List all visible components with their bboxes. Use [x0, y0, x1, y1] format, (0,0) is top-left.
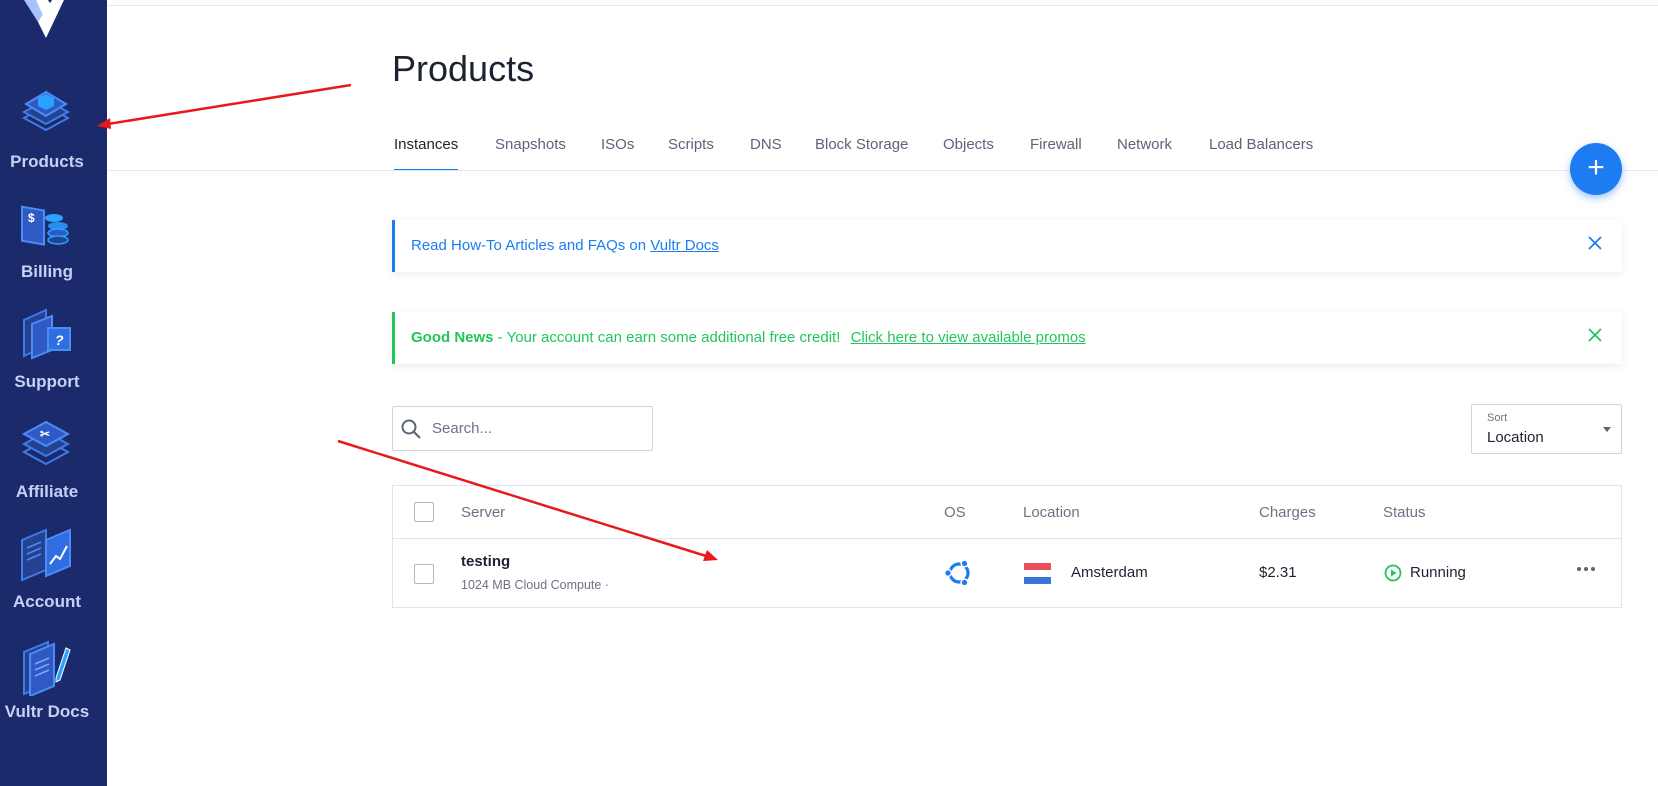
column-header-server: Server — [461, 504, 506, 521]
select-all-checkbox[interactable] — [414, 502, 434, 522]
sidebar-item-label: Support — [14, 372, 80, 391]
sidebar-item-account[interactable]: Account — [0, 526, 107, 626]
tab-firewall[interactable]: Firewall — [1030, 136, 1082, 170]
server-status: Running — [1410, 564, 1466, 581]
alert-accent-bar — [392, 220, 395, 272]
row-checkbox[interactable] — [414, 564, 434, 584]
sidebar-item-label: Products — [10, 152, 84, 171]
close-icon[interactable] — [1584, 324, 1606, 346]
table-header: Server OS Location Charges Status — [393, 486, 1621, 539]
sidebar-item-vultr-docs[interactable]: Vultr Docs — [0, 636, 107, 736]
column-header-charges: Charges — [1259, 504, 1316, 521]
tab-dns[interactable]: DNS — [750, 136, 782, 170]
top-divider — [107, 5, 1658, 6]
column-header-location: Location — [1023, 504, 1080, 521]
products-icon — [21, 90, 71, 132]
column-header-status: Status — [1383, 504, 1426, 521]
sidebar: Products $ Billing ? Support ✂ Affiliate — [0, 0, 107, 786]
promo-alert: Good News - Your account can earn some a… — [392, 312, 1622, 364]
column-header-os: OS — [944, 504, 966, 521]
tab-snapshots[interactable]: Snapshots — [495, 136, 566, 170]
promo-alert-message: - Your account can earn some additional … — [493, 329, 845, 346]
server-name[interactable]: testing — [461, 553, 510, 570]
more-options-icon[interactable] — [1575, 558, 1597, 580]
tab-block-storage[interactable]: Block Storage — [815, 136, 908, 170]
alert-accent-bar — [392, 312, 395, 364]
chevron-down-icon — [1603, 427, 1611, 432]
account-icon — [21, 528, 71, 582]
vultr-docs-link[interactable]: Vultr Docs — [650, 237, 719, 254]
search-box — [392, 406, 653, 451]
running-status-icon — [1384, 564, 1402, 582]
server-charges: $2.31 — [1259, 564, 1297, 581]
promo-alert-heading: Good News — [411, 329, 494, 346]
sidebar-item-label: Account — [13, 592, 81, 611]
docs-icon — [23, 640, 71, 696]
netherlands-flag-icon — [1024, 563, 1051, 584]
search-input[interactable] — [432, 407, 642, 450]
tab-scripts[interactable]: Scripts — [668, 136, 714, 170]
page-title: Products — [392, 48, 535, 89]
sort-label: Sort — [1487, 412, 1508, 424]
sidebar-item-label: Vultr Docs — [4, 702, 90, 721]
annotation-arrow — [107, 83, 352, 126]
server-plan: 1024 MB Cloud Compute · — [461, 578, 609, 592]
sidebar-item-support[interactable]: ? Support — [0, 306, 107, 406]
sidebar-item-billing[interactable]: $ Billing — [0, 196, 107, 296]
close-icon[interactable] — [1584, 232, 1606, 254]
sort-select[interactable]: Sort Location — [1471, 404, 1622, 454]
tab-isos[interactable]: ISOs — [601, 136, 634, 170]
tab-network[interactable]: Network — [1117, 136, 1172, 170]
sidebar-item-label: Affiliate — [15, 482, 79, 501]
docs-alert: Read How-To Articles and FAQs on Vultr D… — [392, 220, 1622, 272]
affiliate-icon: ✂ — [21, 420, 71, 466]
tabs-divider — [107, 170, 1658, 171]
svg-text:✂: ✂ — [40, 427, 50, 441]
support-icon: ? — [23, 308, 71, 360]
view-promos-link[interactable]: Click here to view available promos — [851, 329, 1086, 346]
billing-icon: $ — [21, 205, 69, 246]
instances-table: Server OS Location Charges Status testin… — [392, 485, 1622, 608]
tab-instances[interactable]: Instances — [394, 136, 459, 171]
promo-alert-text: Good News - Your account can earn some a… — [411, 329, 1086, 346]
svg-text:$: $ — [28, 211, 35, 225]
tab-load-balancers[interactable]: Load Balancers — [1209, 136, 1313, 170]
server-location: Amsterdam — [1071, 564, 1148, 581]
docs-alert-message: Read How-To Articles and FAQs on — [411, 237, 651, 254]
annotation-overlay — [97, 83, 718, 561]
svg-text:?: ? — [55, 332, 64, 348]
add-product-button[interactable]: + — [1570, 143, 1622, 195]
docs-alert-text: Read How-To Articles and FAQs on Vultr D… — [411, 237, 719, 254]
vultr-logo-icon[interactable] — [22, 0, 66, 42]
tab-objects[interactable]: Objects — [943, 136, 994, 170]
ubuntu-icon — [944, 559, 970, 587]
sidebar-item-products[interactable]: Products — [0, 86, 107, 186]
search-icon — [401, 419, 421, 439]
sort-value: Location — [1487, 429, 1544, 446]
sidebar-item-affiliate[interactable]: ✂ Affiliate — [0, 416, 107, 516]
sidebar-item-label: Billing — [21, 262, 73, 281]
table-row[interactable]: testing 1024 MB Cloud Compute · Amsterda… — [393, 540, 1621, 607]
